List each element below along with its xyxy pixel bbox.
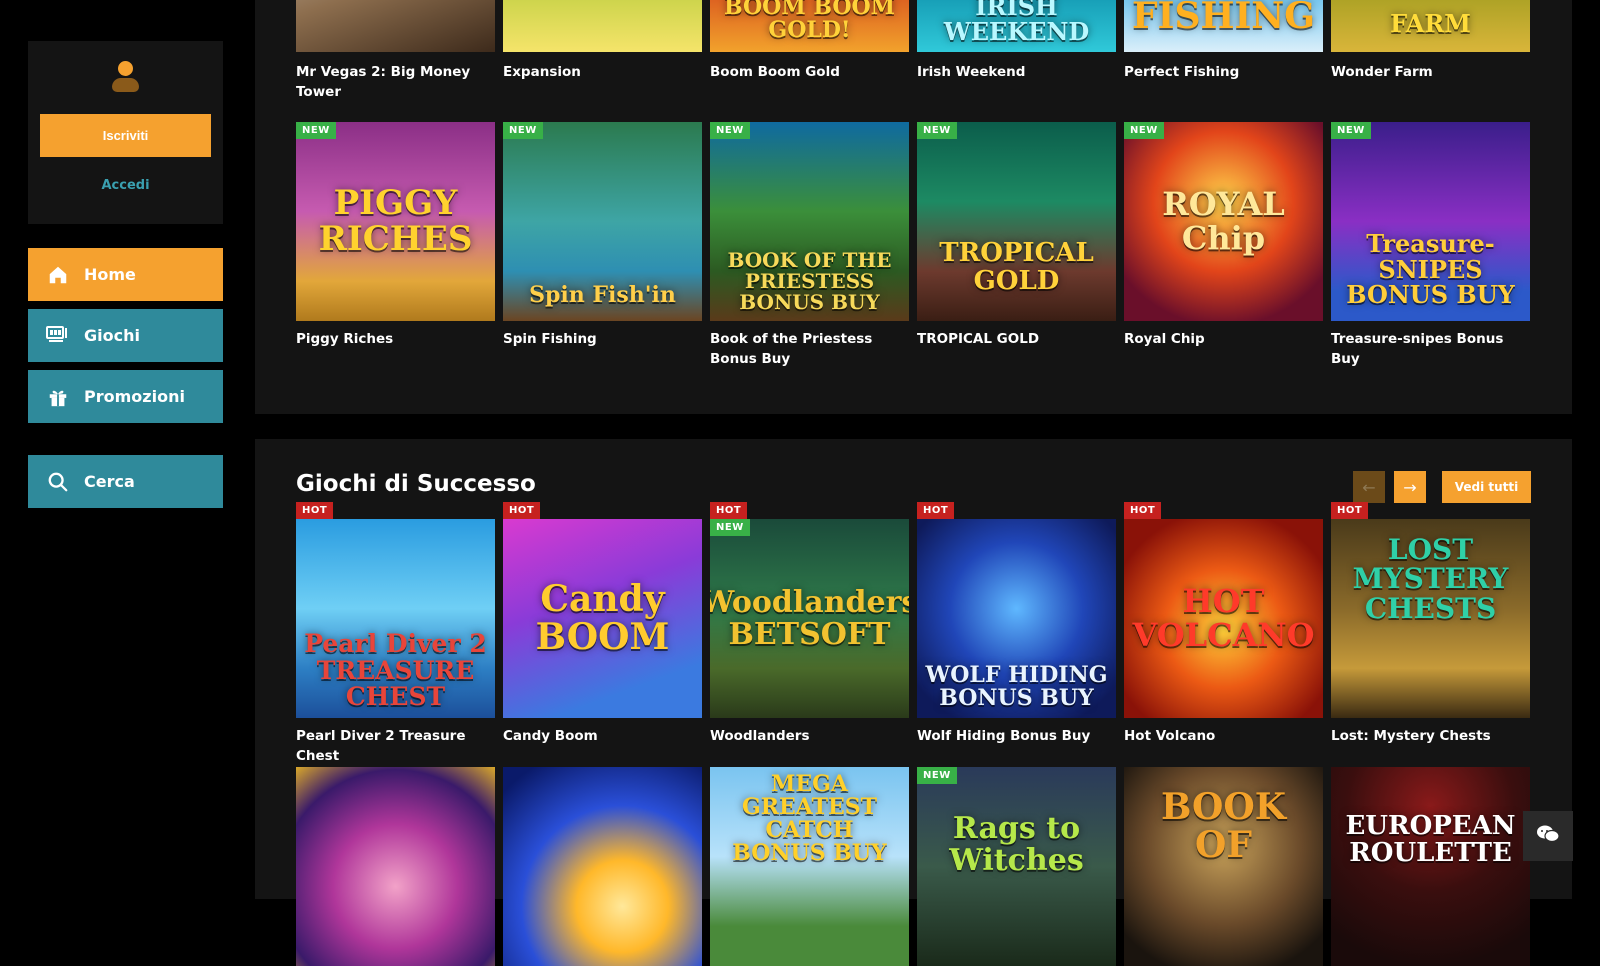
- game-thumbnail[interactable]: Candy BOOM: [503, 519, 702, 718]
- game-thumbnail[interactable]: [503, 0, 702, 52]
- game-title[interactable]: TROPICAL GOLD: [917, 329, 1116, 349]
- game-thumbnail[interactable]: [503, 767, 702, 966]
- game-thumbnail[interactable]: PIGGY RICHES: [296, 122, 495, 321]
- game-thumbnail[interactable]: BOOM BOOM GOLD!: [710, 0, 909, 52]
- hot-badge: HOT: [917, 502, 955, 519]
- nav-home-label: Home: [84, 265, 136, 284]
- carousel-prev-button[interactable]: ←: [1353, 471, 1385, 503]
- home-icon: [46, 263, 70, 287]
- new-badge: NEW: [710, 519, 750, 536]
- game-thumbnail[interactable]: LOST MYSTERY CHESTS: [1331, 519, 1530, 718]
- game-title[interactable]: Boom Boom Gold: [710, 62, 909, 82]
- game-title[interactable]: Book of the Priestess Bonus Buy: [710, 329, 909, 369]
- game-title[interactable]: Piggy Riches: [296, 329, 495, 349]
- nav-games[interactable]: Giochi: [28, 309, 223, 362]
- search-icon: [46, 470, 70, 494]
- signup-button[interactable]: Iscriviti: [40, 114, 211, 157]
- game-thumbnail[interactable]: BOOK OF: [1124, 767, 1323, 966]
- game-thumbnail[interactable]: IRISH WEEKEND: [917, 0, 1116, 52]
- nav-search[interactable]: Cerca: [28, 455, 223, 508]
- see-all-button[interactable]: Vedi tutti: [1442, 471, 1531, 503]
- nav-search-label: Cerca: [84, 472, 135, 491]
- game-thumbnail[interactable]: TROPICAL GOLD: [917, 122, 1116, 321]
- account-box: Iscriviti Accedi: [28, 41, 223, 224]
- hot-badge: HOT: [1124, 502, 1162, 519]
- nav-home[interactable]: Home: [28, 248, 223, 301]
- gift-icon: [46, 385, 70, 409]
- hot-badge: HOT: [296, 502, 334, 519]
- game-thumbnail[interactable]: FISHING: [1124, 0, 1323, 52]
- game-thumbnail[interactable]: Spin Fish'in: [503, 122, 702, 321]
- game-title[interactable]: Candy Boom: [503, 726, 702, 746]
- user-avatar-icon: [112, 61, 139, 93]
- game-thumbnail[interactable]: [296, 767, 495, 966]
- new-badge: NEW: [1331, 122, 1371, 139]
- hot-badge: HOT: [710, 502, 748, 519]
- game-title[interactable]: Lost: Mystery Chests: [1331, 726, 1530, 746]
- game-thumbnail[interactable]: FARM: [1331, 0, 1530, 52]
- chat-icon: [1536, 824, 1560, 848]
- game-thumbnail[interactable]: EUROPEAN ROULETTE: [1331, 767, 1530, 966]
- game-title[interactable]: Mr Vegas 2: Big Money Tower: [296, 62, 495, 102]
- game-thumbnail[interactable]: [296, 0, 495, 52]
- game-title[interactable]: Treasure-snipes Bonus Buy: [1331, 329, 1530, 369]
- game-thumbnail[interactable]: Woodlanders BETSOFT: [710, 519, 909, 718]
- game-title[interactable]: Irish Weekend: [917, 62, 1116, 82]
- game-thumbnail[interactable]: MEGA GREATEST CATCH BONUS BUY: [710, 767, 909, 966]
- new-badge: NEW: [503, 122, 543, 139]
- game-title[interactable]: Spin Fishing: [503, 329, 702, 349]
- nav-promotions[interactable]: Promozioni: [28, 370, 223, 423]
- game-title[interactable]: Pearl Diver 2 Treasure Chest: [296, 726, 495, 766]
- game-title[interactable]: Perfect Fishing: [1124, 62, 1323, 82]
- hot-badge: HOT: [1331, 502, 1369, 519]
- game-thumbnail[interactable]: BOOK OF THE PRIESTESS BONUS BUY: [710, 122, 909, 321]
- game-title[interactable]: Expansion: [503, 62, 702, 82]
- arrow-right-icon: →: [1403, 477, 1417, 497]
- new-badge: NEW: [710, 122, 750, 139]
- new-badge: NEW: [1124, 122, 1164, 139]
- game-title[interactable]: Hot Volcano: [1124, 726, 1323, 746]
- game-thumbnail[interactable]: Pearl Diver 2 TREASURE CHEST: [296, 519, 495, 718]
- new-badge: NEW: [296, 122, 336, 139]
- arrow-left-icon: ←: [1362, 477, 1376, 497]
- game-title[interactable]: Royal Chip: [1124, 329, 1323, 349]
- new-badge: NEW: [917, 122, 957, 139]
- game-title[interactable]: Wolf Hiding Bonus Buy: [917, 726, 1116, 746]
- game-thumbnail[interactable]: ROYAL Chip: [1124, 122, 1323, 321]
- game-title[interactable]: Woodlanders: [710, 726, 909, 746]
- carousel-next-button[interactable]: →: [1394, 471, 1426, 503]
- nav-games-label: Giochi: [84, 326, 140, 345]
- hot-badge: HOT: [503, 502, 541, 519]
- new-badge: NEW: [917, 767, 957, 784]
- game-thumbnail[interactable]: WOLF HIDING BONUS BUY: [917, 519, 1116, 718]
- nav-promotions-label: Promozioni: [84, 387, 185, 406]
- game-thumbnail[interactable]: Treasure-SNIPES BONUS BUY: [1331, 122, 1530, 321]
- game-thumbnail[interactable]: HOT VOLCANO: [1124, 519, 1323, 718]
- game-thumbnail[interactable]: Rags to Witches: [917, 767, 1116, 966]
- chat-button[interactable]: [1523, 811, 1573, 861]
- section-title: Giochi di Successo: [296, 471, 536, 497]
- login-link[interactable]: Accedi: [28, 178, 223, 193]
- games-icon: [46, 324, 70, 348]
- game-title[interactable]: Wonder Farm: [1331, 62, 1530, 82]
